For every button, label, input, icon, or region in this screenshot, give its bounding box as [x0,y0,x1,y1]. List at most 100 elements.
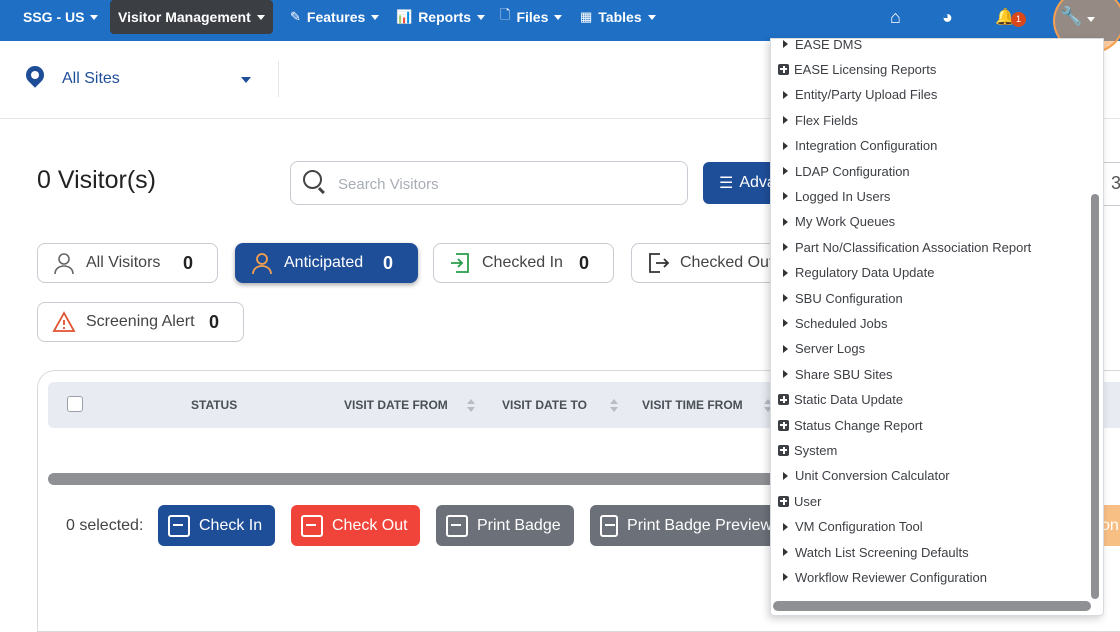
menu-item[interactable]: Entity/Party Upload Files [777,85,937,105]
printer-settings-icon [600,514,619,537]
nav-item-label: Features [306,9,366,25]
caret-right-icon [783,471,788,480]
menu-item-label: EASE Licensing Reports [794,61,937,77]
sort-icon[interactable] [467,399,475,413]
menu-item-label: Scheduled Jobs [795,315,888,331]
chevron-down-icon [477,14,486,20]
plus-square-icon [778,419,789,431]
caret-right-icon [783,268,788,277]
check-in-button[interactable]: Check In [158,505,275,546]
menu-vertical-scrollbar[interactable] [1091,194,1099,599]
menu-item[interactable]: Watch List Screening Defaults [777,542,969,562]
nav-item-reports[interactable]: 📊 Reports [396,0,486,34]
filter-count: 0 [208,311,219,332]
menu-item[interactable]: Flex Fields [777,110,858,130]
filter-checked-in[interactable]: Checked In 0 [433,243,614,283]
menu-item-label: Part No/Classification Association Repor… [795,239,1032,255]
file-icon: 🗋 [500,7,511,22]
nav-item-ssg-us[interactable]: SSG - US [23,0,99,34]
menu-item[interactable]: System [777,440,837,460]
menu-item[interactable]: Server Logs [777,339,865,359]
menu-item[interactable]: Part No/Classification Association Repor… [777,237,1031,257]
button-label: Print Badge [477,516,561,534]
check-out-button[interactable]: Check Out [291,505,420,546]
home-icon[interactable]: ⌂ [890,7,901,28]
column-header-visit-date-to[interactable]: VISIT DATE TO [502,398,587,412]
nav-item-tables[interactable]: ▦ Tables [580,0,656,34]
menu-item[interactable]: VM Configuration Tool [777,517,923,537]
filter-screening-alert[interactable]: Screening Alert 0 [37,302,244,342]
caret-right-icon [783,167,788,175]
select-all-checkbox[interactable] [67,396,83,412]
menu-horizontal-scrollbar[interactable] [773,601,1091,611]
filter-all-visitors[interactable]: All Visitors 0 [37,243,218,283]
menu-item[interactable]: Scheduled Jobs [777,313,888,333]
print-badge-preview-button[interactable]: Print Badge Preview [590,505,772,546]
plus-square-icon [778,394,789,406]
button-label: Print Badge Preview [627,516,772,534]
menu-item-label: Integration Configuration [795,138,938,154]
menu-item[interactable]: Status Change Report [777,415,923,435]
filter-label: Checked In [482,254,563,271]
menu-item[interactable]: Regulatory Data Update [777,263,934,283]
dashboard-icon[interactable]: ◕ [942,7,953,28]
nav-item-files[interactable]: 🗋 Files [500,0,563,34]
wrench-icon[interactable]: 🔧 [1060,6,1082,27]
filter-checked-out[interactable]: Checked Out [631,243,791,283]
caret-right-icon [783,116,788,125]
caret-right-icon [783,141,788,150]
menu-item[interactable]: Share SBU Sites [777,364,893,384]
nav-item-label: Files [516,9,549,25]
menu-item[interactable]: EASE DMS [777,38,863,54]
filter-anticipated[interactable]: Anticipated 0 [235,243,418,283]
menu-item[interactable]: Integration Configuration [777,136,937,156]
plus-square-icon [778,495,789,507]
person-icon [54,253,74,275]
menu-item[interactable]: Static Data Update [777,390,903,410]
table-horizontal-scrollbar[interactable] [48,473,778,485]
notification-count-badge: 1 [1011,12,1026,27]
menu-item[interactable]: SBU Configuration [777,288,903,308]
menu-item-label: Unit Conversion Calculator [795,468,950,484]
menu-item-label: Entity/Party Upload Files [795,87,938,103]
menu-item[interactable]: User [777,491,821,511]
chevron-down-icon [90,14,99,20]
menu-item[interactable]: Workflow Reviewer Configuration [777,567,987,587]
button-label: Check Out [332,516,408,534]
caret-right-icon [783,40,788,48]
nav-item-visitor-management[interactable]: Visitor Management [110,0,273,34]
menu-item[interactable]: My Work Queues [777,212,895,232]
menu-item-label: Static Data Update [794,392,904,408]
menu-item[interactable]: Unit Conversion Calculator [777,466,950,486]
button-label: Check In [199,516,263,534]
column-header-status[interactable]: STATUS [191,398,237,412]
menu-item-label: LDAP Configuration [795,163,910,179]
menu-item-label: Server Logs [795,341,866,357]
sort-icon[interactable] [610,399,618,413]
nav-item-features[interactable]: ✎ Features [290,0,380,34]
admin-dropdown-menu: EASE DMS EASE Licensing Reports Entity/Par… [770,38,1104,616]
caret-right-icon [783,370,788,379]
menu-item-label: VM Configuration Tool [795,519,923,535]
menu-item-label: My Work Queues [795,214,896,230]
check-in-icon [451,253,469,273]
filter-label: Screening Alert [86,313,195,330]
chevron-down-icon[interactable] [241,77,251,83]
menu-item-label: EASE DMS [795,38,863,52]
check-out-icon [301,514,323,537]
column-header-visit-date-from[interactable]: VISIT DATE FROM [344,398,448,412]
menu-item[interactable]: Logged In Users [777,186,890,206]
page-title: 0 Visitor(s) [37,166,157,194]
menu-item[interactable]: EASE Licensing Reports [777,59,936,79]
chevron-down-icon [256,14,265,20]
column-header-visit-time-from[interactable]: VISIT TIME FROM [642,398,743,412]
menu-item[interactable]: LDAP Configuration [777,161,910,181]
nav-item-label: Visitor Management [118,9,251,25]
filter-label: Checked Out [680,254,774,271]
search-input[interactable] [336,172,670,196]
pencil-icon: ✎ [290,9,301,24]
print-badge-button[interactable]: Print Badge [436,505,574,546]
site-selector[interactable]: All Sites [62,70,120,88]
bar-chart-icon: 📊 [396,9,413,24]
menu-item-label: Logged In Users [795,188,891,204]
